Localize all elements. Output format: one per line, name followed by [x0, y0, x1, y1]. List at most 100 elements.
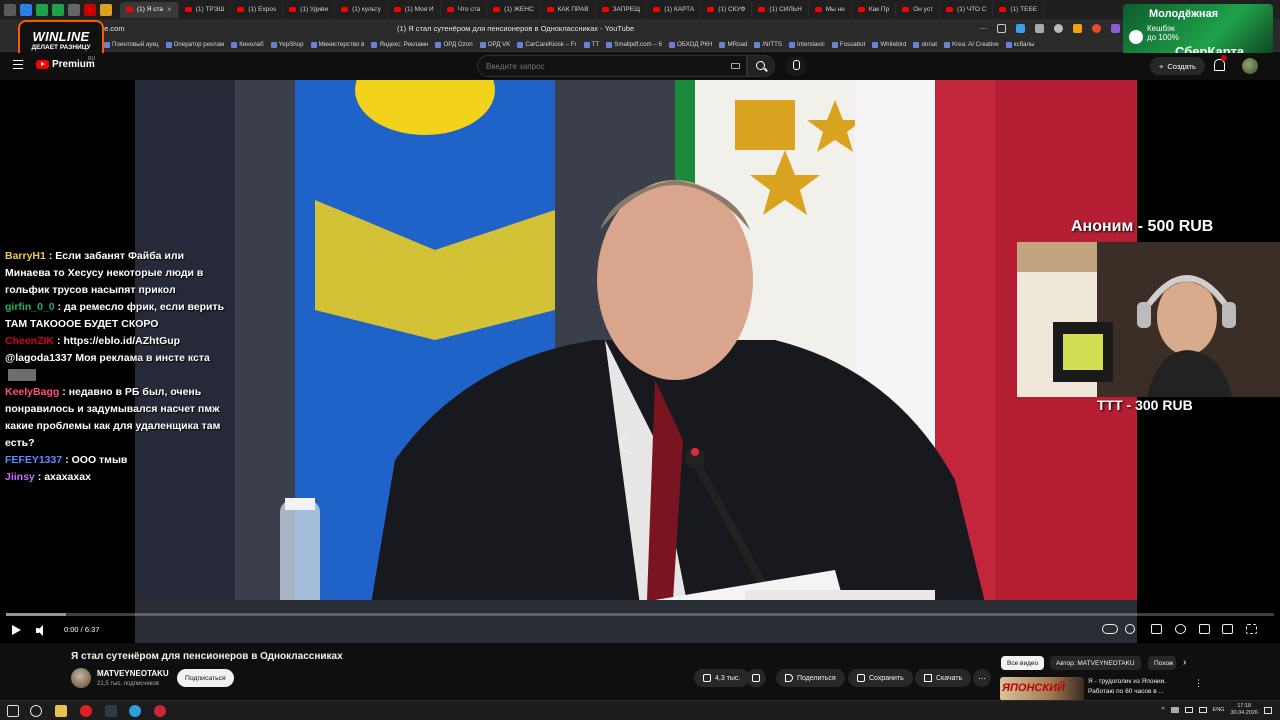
obs-icon[interactable]: [154, 705, 166, 717]
bookmark-item[interactable]: CarCareKiosk – Fr: [517, 41, 577, 48]
recommendation-title[interactable]: Я - трудоголик из Японии. Работаю по 60 …: [1088, 677, 1178, 697]
bookmark-item[interactable]: TT: [583, 41, 599, 48]
bookmark-item[interactable]: Министерство в: [310, 41, 364, 48]
channel-name[interactable]: MATVEYNEOTAKU: [97, 669, 169, 678]
channel-avatar[interactable]: [71, 668, 91, 688]
browser-tab[interactable]: КАК ПРАВ: [541, 1, 596, 18]
autoplay-toggle[interactable]: [1102, 624, 1118, 634]
bookmark-item[interactable]: Krea: AI Creative: [943, 41, 999, 48]
extension-icon-5[interactable]: [1092, 24, 1101, 33]
start-icon[interactable]: [7, 705, 19, 717]
voice-search-icon[interactable]: [786, 56, 806, 76]
extension-icon-3[interactable]: [1054, 24, 1063, 33]
browser-tab[interactable]: Он уст: [896, 1, 941, 18]
chevron-right-icon[interactable]: ›: [1183, 657, 1186, 668]
download-button[interactable]: Скачать: [915, 669, 972, 687]
extension-icon-4[interactable]: [1073, 24, 1082, 33]
bookmark-item[interactable]: donat: [913, 41, 937, 48]
chip-all-videos[interactable]: Все видео: [1001, 656, 1045, 670]
file-explorer-icon[interactable]: [55, 705, 67, 717]
bookmark-item[interactable]: ксбалы: [1005, 41, 1035, 48]
video-frame[interactable]: [135, 80, 1137, 643]
more-actions-button[interactable]: ...: [973, 669, 991, 687]
recommendation-menu-icon[interactable]: ⋮: [1194, 678, 1203, 689]
account-avatar[interactable]: [1242, 58, 1258, 74]
keyboard-icon[interactable]: [731, 63, 740, 69]
browser-tab[interactable]: (1) ТЕБЕ: [993, 1, 1045, 18]
bookmark-item[interactable]: Interslavic: [789, 41, 825, 48]
extension-icon-1[interactable]: [1016, 24, 1025, 33]
browser-tab[interactable]: (1) КАРТА: [647, 1, 702, 18]
save-button[interactable]: Сохранить: [848, 669, 913, 687]
notifications-icon[interactable]: [1264, 706, 1272, 714]
search-icon[interactable]: [30, 705, 42, 717]
miniplayer-icon[interactable]: [1199, 624, 1210, 634]
extension-icon-2[interactable]: [1035, 24, 1044, 33]
browser-tab[interactable]: (1) Удиви: [283, 1, 336, 18]
network-icon[interactable]: [1184, 707, 1193, 713]
browser-tab[interactable]: Как Пр: [852, 1, 897, 18]
browser-tab[interactable]: (1) культу: [335, 1, 388, 18]
bookmark-item[interactable]: Smallpdf.com – 6: [606, 41, 662, 48]
app-icon-1[interactable]: [105, 705, 117, 717]
fullscreen-icon[interactable]: [1246, 624, 1257, 634]
bookmark-item[interactable]: /N/TTS: [754, 41, 782, 48]
more-icon[interactable]: ⋯: [979, 24, 987, 33]
bookmark-item[interactable]: Оператор реклам: [165, 41, 224, 48]
browser-tab[interactable]: Что ста: [441, 1, 488, 18]
bookmark-item[interactable]: Поинтовый аукц: [104, 41, 159, 48]
yandex-browser-icon[interactable]: [80, 705, 92, 717]
tab-favicon-f[interactable]: [100, 3, 112, 16]
settings-gear-icon[interactable]: [1175, 624, 1186, 634]
browser-tab[interactable]: (1) ЧТО С: [940, 1, 994, 18]
play-icon[interactable]: [12, 625, 21, 635]
browser-tab[interactable]: (1) ТРЭШ: [179, 1, 232, 18]
chip-author[interactable]: Автор: MATVEYNEOTAKU: [1050, 656, 1141, 670]
subscribe-button[interactable]: Подписаться: [177, 669, 234, 687]
search-box[interactable]: [477, 55, 747, 77]
browser-tab[interactable]: (1) Я ста ×: [120, 1, 179, 18]
subtitles-icon[interactable]: [1151, 624, 1162, 634]
clock[interactable]: 17:18 30.04.2026: [1230, 703, 1258, 717]
tab-favicon-c[interactable]: [52, 3, 64, 16]
browser-tab[interactable]: (1) СКУФ: [701, 1, 753, 18]
create-button[interactable]: + Создать: [1150, 57, 1205, 75]
bookmark-icon[interactable]: [997, 24, 1006, 33]
bookmark-item[interactable]: Whitebird: [872, 41, 906, 48]
telegram-icon[interactable]: [129, 705, 141, 717]
workspace-icon[interactable]: [4, 3, 16, 16]
volume-tray-icon[interactable]: [1198, 707, 1207, 713]
volume-icon[interactable]: [36, 625, 46, 636]
bookmark-item[interactable]: Fossabot: [831, 41, 865, 48]
bookmark-item[interactable]: ОРД Ozon: [435, 41, 473, 48]
tab-favicon-b[interactable]: [36, 3, 48, 16]
search-button[interactable]: [747, 55, 775, 77]
tab-favicon-e[interactable]: [84, 3, 96, 16]
browser-tab[interactable]: (1) Expos: [231, 1, 284, 18]
bookmark-item[interactable]: YepShop: [270, 41, 304, 48]
tray-chevron-icon[interactable]: ^: [1161, 707, 1164, 714]
bookmark-item[interactable]: Кинолаб: [231, 41, 264, 48]
tab-favicon-d[interactable]: [68, 3, 80, 16]
dislike-button[interactable]: [746, 669, 766, 687]
share-button[interactable]: Поделиться: [776, 669, 845, 687]
bookmark-item[interactable]: Яндекс: Рекламн: [371, 41, 428, 48]
like-button[interactable]: 4,3 тыс.: [694, 669, 750, 687]
youtube-logo-icon[interactable]: [36, 60, 49, 69]
chip-similar[interactable]: Похож: [1148, 656, 1176, 670]
bookmark-item[interactable]: MRoad: [719, 41, 747, 48]
tab-favicon-a[interactable]: [20, 3, 32, 16]
browser-tab[interactable]: (1) СИЛЬН: [752, 1, 809, 18]
bookmark-item[interactable]: ОБХОД РКН: [669, 41, 712, 48]
progress-bar[interactable]: [6, 613, 1274, 616]
tray-app-icon[interactable]: [1170, 707, 1179, 713]
search-input[interactable]: [486, 60, 706, 72]
browser-tab[interactable]: (1) Моя И: [388, 1, 441, 18]
browser-tab[interactable]: ЗАПРЕЩ: [596, 1, 648, 18]
recommendation-thumbnail[interactable]: ЯПОНСКИЙ: [1000, 677, 1084, 701]
tab-close-icon[interactable]: ×: [167, 5, 172, 14]
hamburger-menu-icon[interactable]: [13, 60, 23, 69]
address-bar[interactable]: be.com (1) Я стал сутенёром для пенсионе…: [0, 19, 1280, 38]
bookmark-item[interactable]: ОРД VK: [479, 41, 510, 48]
cast-icon[interactable]: [1222, 624, 1233, 634]
